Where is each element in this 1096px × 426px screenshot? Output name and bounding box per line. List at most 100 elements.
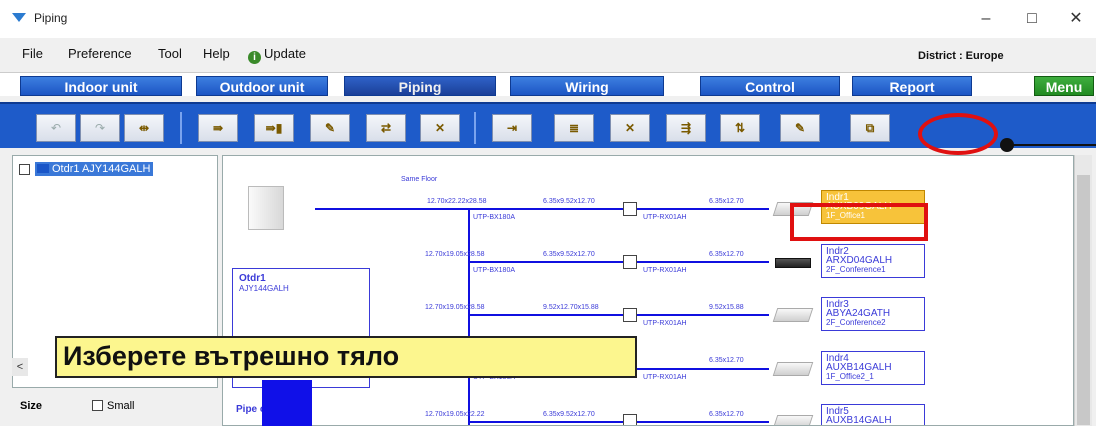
highlight-rectangle: [790, 203, 928, 241]
scroll-left-arrow-icon[interactable]: <: [12, 358, 28, 376]
swap-unit-button[interactable]: ⇄: [366, 114, 406, 142]
tab-bar: Indoor unit Outdoor unit Piping Wiring C…: [0, 72, 1096, 96]
move-branch-button[interactable]: ⇶: [666, 114, 706, 142]
outdoor-unit-image[interactable]: [248, 186, 284, 230]
close-button[interactable]: ✕: [1056, 4, 1096, 34]
small-label: Small: [107, 400, 135, 412]
tree-checkbox[interactable]: [19, 164, 30, 175]
outdoor-unit-name: Otdr1: [239, 273, 266, 284]
menu-file[interactable]: File: [22, 46, 43, 61]
indoor-unit-2[interactable]: Indr2 ARXD04GALH 2F_Conference1: [821, 244, 925, 278]
rx-joint-label: UTP-RX01AH: [643, 374, 687, 381]
insert-branch-button[interactable]: ⇥: [492, 114, 532, 142]
update-label: Update: [264, 46, 306, 61]
indoor-pipe-label: 9.52x15.88: [709, 304, 744, 311]
indoor-pipe-label: 6.35x12.70: [709, 251, 744, 258]
indoor-pipe: [637, 314, 769, 316]
tab-piping[interactable]: Piping: [344, 76, 496, 96]
indoor-pipe-label: 6.35x12.70: [709, 198, 744, 205]
main-pipe-label: 12.70x19.05x28.58: [425, 304, 485, 311]
main-pipe-label: 12.70x22.22x28.58: [427, 198, 487, 205]
tree-item-label: Otdr1 AJY144GALH: [52, 163, 151, 175]
indoor-unit-room: 2F_Conference1: [826, 265, 886, 274]
same-floor-label: Same Floor: [401, 176, 438, 183]
branch-joint[interactable]: [623, 308, 637, 322]
rx-joint-label: UTP-RX01AH: [643, 214, 687, 221]
size-bar: Size Small: [12, 390, 218, 426]
title-bar: Piping – □ ✕: [0, 0, 1096, 38]
move-up-down-button[interactable]: ⇅: [720, 114, 760, 142]
rx-joint-label: UTP-RX01AH: [643, 267, 687, 274]
scrollbar-thumb[interactable]: [1077, 175, 1090, 425]
branch-joint[interactable]: [623, 202, 637, 216]
ceiling-unit-image: [772, 308, 814, 322]
menu-preference[interactable]: Preference: [68, 46, 132, 61]
branch-joint[interactable]: [623, 255, 637, 269]
highlight-oval: [918, 113, 998, 155]
copy-layout-button[interactable]: ⧉: [850, 114, 890, 142]
indoor-pipe: [637, 261, 769, 263]
wall-unit-image: [772, 362, 814, 376]
folder-icon: [37, 164, 49, 173]
wall-unit-image: [772, 415, 814, 425]
tab-wiring[interactable]: Wiring: [510, 76, 664, 96]
indoor-unit-room: 1F_Office2_1: [826, 372, 874, 381]
indoor-unit-model: AUXB14GALH: [826, 362, 892, 373]
add-header-button[interactable]: ⇛▮: [254, 114, 294, 142]
toolbar-separator: [180, 112, 182, 144]
toolbar-separator: [474, 112, 476, 144]
menu-help[interactable]: Help: [203, 46, 230, 61]
tab-report[interactable]: Report: [852, 76, 972, 96]
indoor-pipe-label: 6.35x12.70: [709, 357, 744, 364]
menu-update[interactable]: i Update: [248, 46, 306, 64]
joint-label: UTP-BX180A: [473, 267, 516, 274]
indoor-pipe: [637, 368, 769, 370]
indoor-unit-room: 2F_Conference2: [826, 318, 886, 327]
app-logo-icon: [12, 13, 26, 22]
duct-unit-image: [775, 258, 811, 268]
expand-branch-button[interactable]: ⇹: [124, 114, 164, 142]
tab-indoor-unit[interactable]: Indoor unit: [20, 76, 182, 96]
vertical-scrollbar[interactable]: [1074, 155, 1092, 426]
indoor-pipe-label: 6.35x12.70: [709, 411, 744, 418]
main-pipe-label: 12.70x19.05x28.58: [425, 251, 485, 258]
annotation-arrow-shaft: [262, 380, 312, 426]
tab-outdoor-unit[interactable]: Outdoor unit: [196, 76, 328, 96]
edit-indoor-unit-button[interactable]: ✎: [780, 114, 820, 142]
indoor-unit-4[interactable]: Indr4 AUXB14GALH 1F_Office2_1: [821, 351, 925, 385]
district-label: District : Europe: [918, 50, 1004, 62]
menu-tool[interactable]: Tool: [158, 46, 182, 61]
branch-pipe-label: 6.35x9.52x12.70: [543, 251, 595, 258]
remove-branch-button[interactable]: ✕: [610, 114, 650, 142]
size-label: Size: [20, 400, 43, 412]
joint-label: UTP-BX180A: [473, 214, 516, 221]
info-icon: i: [248, 51, 261, 64]
branch-pipe-label: 9.52x12.70x15.88: [543, 304, 599, 311]
small-checkbox[interactable]: Small: [92, 400, 135, 412]
branch-pipe: [469, 261, 623, 263]
undo-button[interactable]: ↶: [36, 114, 76, 142]
indoor-pipe: [637, 421, 769, 423]
tree-item-outdoor[interactable]: Otdr1 AJY144GALH: [35, 162, 154, 176]
edit-pipe-button[interactable]: ✎: [310, 114, 350, 142]
branch-pipe: [469, 208, 623, 210]
outdoor-unit-model: AJY144GALH: [239, 284, 289, 293]
callout-line: [1012, 144, 1096, 146]
maximize-button[interactable]: □: [1012, 4, 1052, 34]
indoor-unit-model: ARXD04GALH: [826, 255, 893, 266]
branch-joint[interactable]: [623, 414, 637, 425]
main-pipe-label: 12.70x19.05x22.22: [425, 411, 485, 418]
branch-pipe: [469, 421, 623, 423]
delete-joint-button[interactable]: ✕: [420, 114, 460, 142]
redo-button[interactable]: ↷: [80, 114, 120, 142]
rx-joint-label: UTP-RX01AH: [643, 320, 687, 327]
indoor-unit-5[interactable]: Indr5 AUXB14GALH: [821, 404, 925, 425]
branch-pipe-label: 6.35x9.52x12.70: [543, 411, 595, 418]
indoor-unit-3[interactable]: Indr3 ABYA24GATH 2F_Conference2: [821, 297, 925, 331]
tab-menu[interactable]: Menu: [1034, 76, 1094, 96]
add-joint-button[interactable]: ⇛: [198, 114, 238, 142]
instruction-banner: Изберете вътрешно тяло: [55, 336, 637, 378]
minimize-button[interactable]: –: [966, 4, 1006, 34]
tab-control[interactable]: Control: [700, 76, 840, 96]
branch-list-button[interactable]: ≣: [554, 114, 594, 142]
